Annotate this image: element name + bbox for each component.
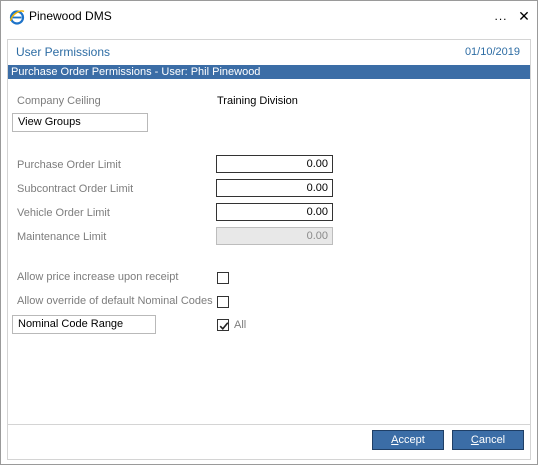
accept-accelerator: A [391, 434, 399, 446]
accept-label: ccept [398, 434, 425, 446]
page-title: User Permissions [16, 45, 111, 59]
view-groups-button[interactable]: View Groups [12, 113, 148, 132]
override-nominal-label: Allow override of default Nominal Codes [17, 295, 213, 307]
ie-browser-icon [9, 9, 25, 25]
purchase-order-limit-label: Purchase Order Limit [17, 159, 121, 171]
cancel-label: ancel [478, 434, 506, 446]
date-label: 01/10/2019 [464, 46, 520, 58]
dialog-window: Pinewood DMS ... ✕ User Permissions 01/1… [0, 0, 538, 465]
maintenance-limit-input: 0.00 [216, 227, 333, 245]
price-increase-label: Allow price increase upon receipt [17, 271, 179, 283]
maintenance-limit-label: Maintenance Limit [17, 231, 107, 243]
company-ceiling-value: Training Division [217, 95, 298, 107]
title-bar[interactable]: Pinewood DMS ... ✕ [1, 1, 537, 33]
window-title: Pinewood DMS [29, 9, 112, 23]
cancel-button[interactable]: Cancel [452, 430, 524, 450]
nominal-code-range-button[interactable]: Nominal Code Range [12, 315, 156, 334]
company-ceiling-label: Company Ceiling [17, 95, 101, 107]
subcontract-order-limit-input[interactable]: 0.00 [216, 179, 333, 197]
purchase-order-limit-input[interactable]: 0.00 [216, 155, 333, 173]
all-nominal-checkbox[interactable] [217, 319, 229, 331]
checkmark-icon [219, 322, 229, 330]
price-increase-checkbox[interactable] [217, 272, 229, 284]
subcontract-order-limit-label: Subcontract Order Limit [17, 183, 134, 195]
close-icon[interactable]: ✕ [514, 7, 534, 25]
more-options-icon[interactable]: ... [491, 7, 511, 25]
all-nominal-label: All [234, 319, 247, 331]
vehicle-order-limit-label: Vehicle Order Limit [17, 207, 110, 219]
accept-button[interactable]: Accept [372, 430, 444, 450]
footer-divider [8, 424, 530, 425]
section-subheader: Purchase Order Permissions - User: Phil … [8, 65, 530, 79]
override-nominal-checkbox[interactable] [217, 296, 229, 308]
vehicle-order-limit-input[interactable]: 0.00 [216, 203, 333, 221]
permissions-panel: User Permissions 01/10/2019 Purchase Ord… [7, 39, 531, 460]
cancel-accelerator: C [470, 434, 479, 446]
